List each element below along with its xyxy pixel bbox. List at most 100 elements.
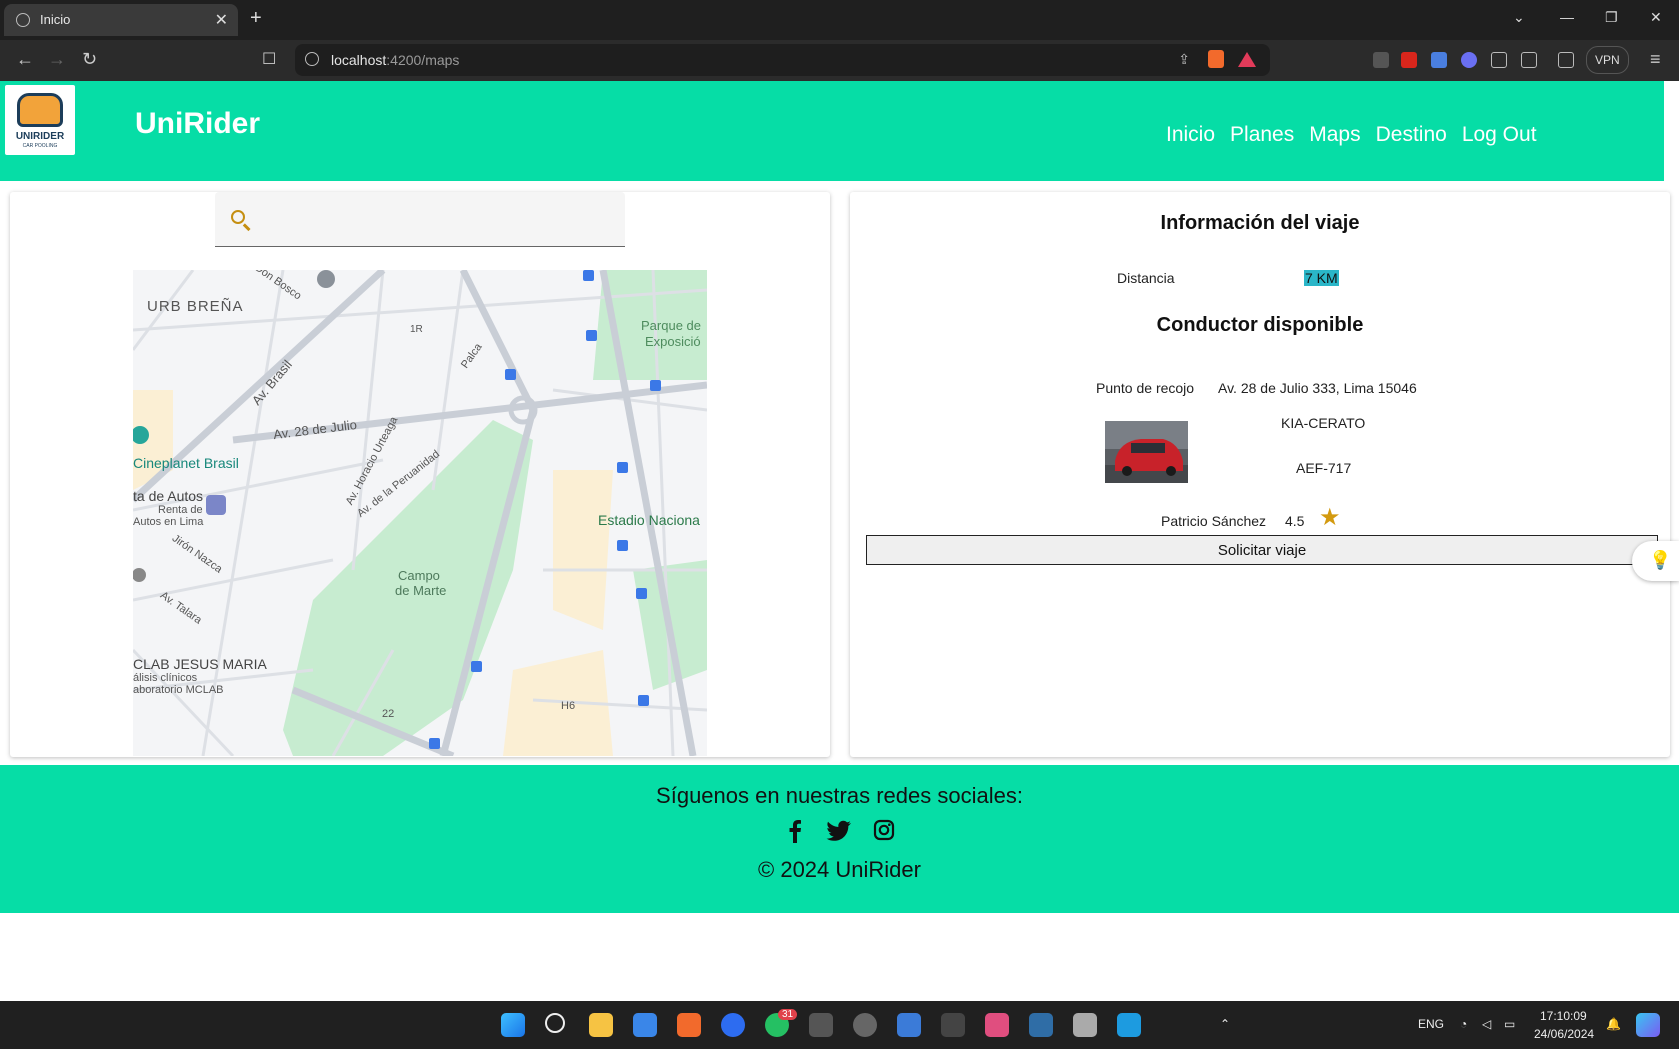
lightbulb-icon: 💡: [1649, 550, 1672, 570]
map-label-autos-lima: Autos en Lima: [133, 516, 204, 528]
search-icon: [231, 210, 245, 224]
car-photo: [1105, 421, 1188, 483]
search-taskbar-icon[interactable]: [545, 1013, 565, 1033]
url-field[interactable]: localhost:4200/maps ⇪: [295, 44, 1270, 76]
notifications-icon[interactable]: 🔔: [1606, 1017, 1621, 1031]
vpn-label: VPN: [1595, 53, 1620, 67]
url-path: :4200/maps: [386, 52, 460, 68]
pdf-extension-icon[interactable]: [1401, 52, 1417, 68]
nav-maps[interactable]: Maps: [1309, 123, 1360, 147]
pickup-label: Punto de recojo: [1096, 380, 1195, 396]
trip-info-title: Información del viaje: [1160, 212, 1360, 234]
map-label-analisis: álisis clínicos: [133, 672, 198, 684]
share-icon[interactable]: ⇪: [1178, 51, 1190, 68]
facebook-icon[interactable]: [785, 819, 805, 843]
tab-title: Inicio: [40, 12, 71, 27]
car-image-graphic: [1105, 421, 1188, 483]
map-label-exposicion: Exposició: [645, 334, 701, 349]
site-footer: Síguenos en nuestras redes sociales: © 2…: [0, 765, 1679, 913]
nav-inicio[interactable]: Inicio: [1166, 123, 1215, 147]
start-icon[interactable]: [501, 1013, 525, 1037]
follow-text: Síguenos en nuestras redes sociales:: [656, 783, 1023, 808]
map-label-parque: Parque de: [641, 318, 701, 333]
car-model: KIA-CERATO: [1281, 415, 1366, 431]
assistant-floating-button[interactable]: 💡: [1632, 541, 1679, 581]
snipping-tool-icon[interactable]: [1073, 1013, 1097, 1037]
url-host: localhost: [331, 52, 387, 68]
map-label-h6: H6: [561, 700, 576, 712]
map-label-estadio: Estadio Naciona: [598, 512, 700, 528]
copilot-icon[interactable]: [1636, 1013, 1660, 1037]
extensions-icon[interactable]: [1491, 52, 1507, 68]
intellij-icon[interactable]: [985, 1013, 1009, 1037]
media-player-icon[interactable]: [853, 1013, 877, 1037]
discord-extension-icon[interactable]: [1461, 52, 1477, 68]
nav-logout[interactable]: Log Out: [1462, 123, 1537, 147]
new-tab-button[interactable]: +: [250, 7, 262, 30]
store-icon[interactable]: [633, 1013, 657, 1037]
webstorm-icon[interactable]: [1117, 1013, 1141, 1037]
request-trip-button[interactable]: Solicitar viaje: [866, 535, 1658, 565]
mysql-workbench-icon[interactable]: [1029, 1013, 1053, 1037]
minimize-button[interactable]: —: [1560, 9, 1574, 25]
map-label-renta-autos: ta de Autos: [133, 488, 204, 504]
search-input[interactable]: [263, 206, 603, 232]
reader-icon[interactable]: [1373, 52, 1389, 68]
bookmark-icon[interactable]: ☐: [262, 49, 276, 69]
nav-destino[interactable]: Destino: [1376, 123, 1447, 147]
map-label-mclab: aboratorio MCLAB: [133, 684, 224, 696]
nav-planes[interactable]: Planes: [1230, 123, 1294, 147]
clock-time[interactable]: 17:10:09: [1540, 1009, 1587, 1023]
map-label-campo: Campo: [398, 568, 440, 583]
terminal-icon[interactable]: [941, 1013, 965, 1037]
reload-button[interactable]: ↻: [82, 49, 97, 70]
predator-icon[interactable]: [809, 1013, 833, 1037]
forward-button[interactable]: →: [48, 49, 66, 70]
car-plate: AEF-717: [1296, 460, 1352, 476]
wallet-icon[interactable]: [1558, 52, 1574, 68]
unirider-logo[interactable]: UNIRIDER CAR POOLING: [5, 85, 75, 155]
tray-chevron-icon[interactable]: ⌃: [1220, 1017, 1230, 1031]
notepad-icon[interactable]: [897, 1013, 921, 1037]
map-label-clab: CLAB JESUS MARIA: [133, 656, 267, 672]
translate-extension-icon[interactable]: [1431, 52, 1447, 68]
brave-shields-icon[interactable]: [1208, 50, 1224, 68]
address-bar: ← → ↻ ☐ localhost:4200/maps ⇪ VPN ≡: [0, 40, 1679, 81]
google-map[interactable]: URB BREÑA Don Bosco Parque de Exposició …: [133, 270, 707, 756]
zoom-icon[interactable]: [721, 1013, 745, 1037]
brave-taskbar-icon[interactable]: [677, 1013, 701, 1037]
battery-icon[interactable]: ▭: [1504, 1017, 1515, 1031]
back-button[interactable]: ←: [16, 49, 34, 70]
main-nav: Inicio Planes Maps Destino Log Out: [1166, 123, 1537, 147]
wifi-icon[interactable]: ◔: [1460, 1017, 1467, 1031]
web-page: UNIRIDER CAR POOLING UniRider Inicio Pla…: [0, 81, 1679, 1001]
sidebar-icon[interactable]: [1521, 52, 1537, 68]
browser-tab[interactable]: Inicio ✕: [4, 4, 238, 36]
menu-icon[interactable]: ≡: [1650, 49, 1661, 70]
whatsapp-badge: 31: [778, 1009, 798, 1020]
map-label-renta-de: Renta de: [158, 504, 203, 516]
copyright-text: © 2024 UniRider: [758, 857, 921, 882]
instagram-icon[interactable]: [873, 819, 895, 841]
vpn-button[interactable]: VPN: [1586, 46, 1629, 74]
search-field[interactable]: [215, 192, 625, 247]
tab-search-icon[interactable]: ⌄: [1513, 9, 1525, 26]
brand-title: UniRider: [135, 107, 261, 140]
clock-date[interactable]: 24/06/2024: [1534, 1027, 1594, 1041]
close-tab-icon[interactable]: ✕: [215, 10, 228, 30]
map-label-cineplanet: Cineplanet Brasil: [133, 455, 239, 471]
distance-value: 7 KM: [1304, 270, 1339, 286]
file-explorer-icon[interactable]: [589, 1013, 613, 1037]
twitter-icon[interactable]: [826, 819, 852, 843]
brave-rewards-icon[interactable]: [1238, 52, 1256, 67]
map-card: URB BREÑA Don Bosco Parque de Exposició …: [10, 192, 830, 757]
volume-icon[interactable]: ◁: [1482, 1017, 1491, 1031]
close-window-button[interactable]: ✕: [1650, 9, 1662, 26]
logo-text: UNIRIDER: [15, 131, 65, 142]
map-label-de-marte: de Marte: [395, 583, 447, 598]
language-indicator[interactable]: ENG: [1418, 1017, 1444, 1031]
driver-rating: 4.5: [1285, 513, 1305, 529]
restore-button[interactable]: ❐: [1605, 9, 1618, 26]
star-icon: ★: [1319, 504, 1341, 531]
site-info-icon[interactable]: [305, 52, 319, 66]
